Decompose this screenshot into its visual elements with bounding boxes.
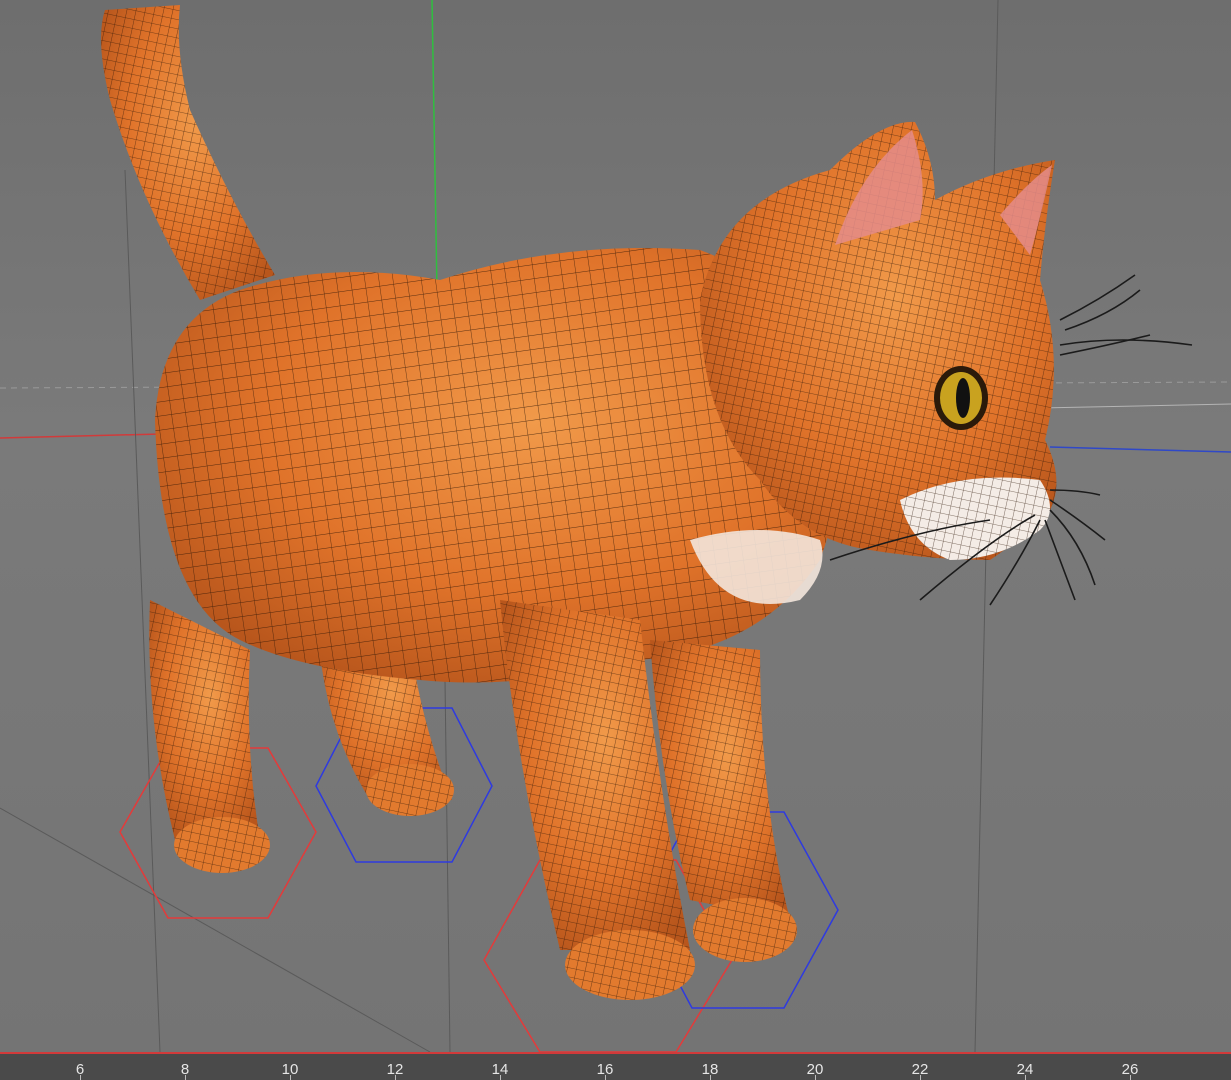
timeline-tick-mark: [290, 1075, 291, 1080]
guide-line: [444, 679, 451, 1052]
timeline-ruler[interactable]: 6 8 10 12 14 16 18 20 22 24 26: [0, 1052, 1231, 1080]
timeline-tick-mark: [605, 1075, 606, 1080]
world-axis-z: [1049, 446, 1231, 453]
timeline-tick-mark: [500, 1075, 501, 1080]
timeline-tick-mark: [920, 1075, 921, 1080]
timeline-tick-mark: [395, 1075, 396, 1080]
horizon-line-2: [1039, 403, 1231, 409]
timeline-tick-mark: [185, 1075, 186, 1080]
cat-mesh[interactable]: [101, 5, 1193, 1000]
timeline-tick-mark: [1130, 1075, 1131, 1080]
3d-viewport[interactable]: [0, 0, 1231, 1080]
world-axis-y: [431, 0, 438, 291]
timeline-tick-mark: [1025, 1075, 1026, 1080]
timeline-tick-mark: [815, 1075, 816, 1080]
timeline-tick-mark: [710, 1075, 711, 1080]
timeline-tick-mark: [80, 1075, 81, 1080]
viewport-canvas[interactable]: [0, 0, 1231, 1052]
